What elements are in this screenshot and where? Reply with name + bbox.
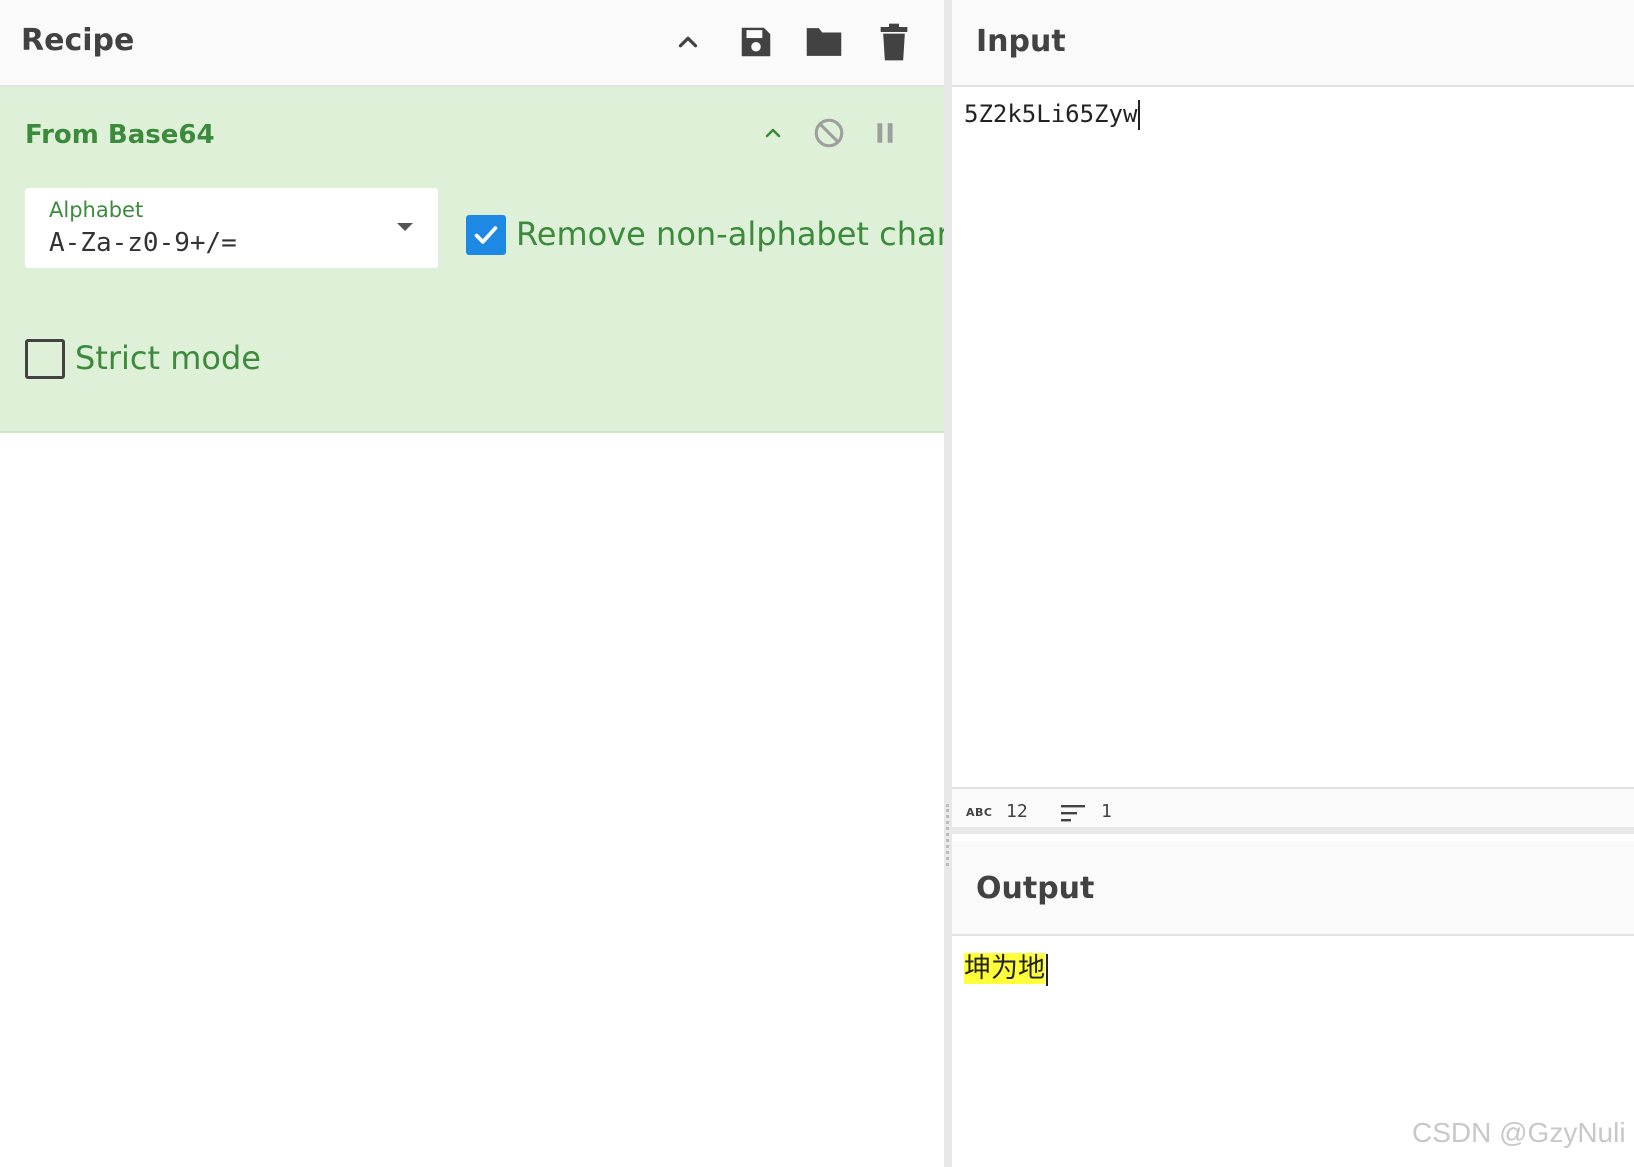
recipe-header: Recipe: [0, 0, 944, 87]
checkmark-icon: [474, 226, 498, 244]
chevron-up-icon: [765, 128, 781, 138]
input-title: Input: [976, 24, 1066, 59]
clear-recipe-button[interactable]: [873, 20, 915, 64]
char-count: 12: [1006, 801, 1028, 822]
chevron-up-icon: [678, 36, 698, 48]
folder-icon: [806, 28, 842, 56]
abc-icon: ABC: [966, 806, 993, 819]
line-count: 1: [1101, 801, 1112, 822]
output-textarea[interactable]: 坤为地: [964, 946, 1048, 986]
text-cursor: [1138, 100, 1141, 130]
remove-non-alphabet-checkbox[interactable]: [466, 215, 506, 255]
save-recipe-button[interactable]: [735, 20, 777, 64]
input-textarea[interactable]: 5Z2k5Li65Zyw: [964, 100, 1141, 130]
collapse-all-button[interactable]: [667, 20, 709, 64]
resize-grip[interactable]: [946, 804, 949, 866]
strict-mode-checkbox[interactable]: [25, 339, 65, 379]
io-pane: Input 5Z2k5Li65Zyw ABC 12 1 Output 坤为地: [952, 0, 1634, 1167]
load-recipe-button[interactable]: [803, 20, 845, 64]
pane-divider[interactable]: [944, 0, 952, 1167]
dropdown-caret-icon: [397, 223, 413, 231]
operation-title: From Base64: [25, 120, 215, 150]
input-value: 5Z2k5Li65Zyw: [964, 100, 1138, 128]
disable-icon: [814, 118, 844, 148]
watermark: CSDN @GzyNuli: [1412, 1117, 1626, 1148]
alphabet-value: A-Za-z0-9+/=: [49, 228, 237, 258]
recipe-title: Recipe: [21, 23, 135, 58]
output-title: Output: [976, 871, 1095, 906]
disable-operation-button[interactable]: [810, 114, 848, 152]
recipe-pane: Recipe From Base64 Alphabet A-Za-z0-9+/=…: [0, 0, 966, 1167]
remove-non-alphabet-label[interactable]: Remove non-alphabet chars: [516, 215, 966, 253]
trash-icon: [880, 23, 908, 61]
lines-icon: [1061, 805, 1085, 822]
input-status-bar: ABC 12 1: [952, 787, 1634, 834]
output-value: 坤为地: [964, 953, 1045, 984]
collapse-operation-button[interactable]: [754, 114, 792, 152]
pause-icon: [877, 123, 893, 143]
text-cursor: [1046, 953, 1048, 986]
breakpoint-button[interactable]: [866, 114, 904, 152]
strict-mode-label[interactable]: Strict mode: [75, 339, 261, 377]
output-header: Output: [952, 841, 1634, 936]
operation-card: From Base64 Alphabet A-Za-z0-9+/= Remove…: [0, 87, 966, 433]
alphabet-label: Alphabet: [49, 198, 144, 222]
input-header: Input: [952, 0, 1634, 87]
save-icon: [741, 27, 771, 57]
alphabet-select[interactable]: Alphabet A-Za-z0-9+/=: [25, 188, 438, 268]
